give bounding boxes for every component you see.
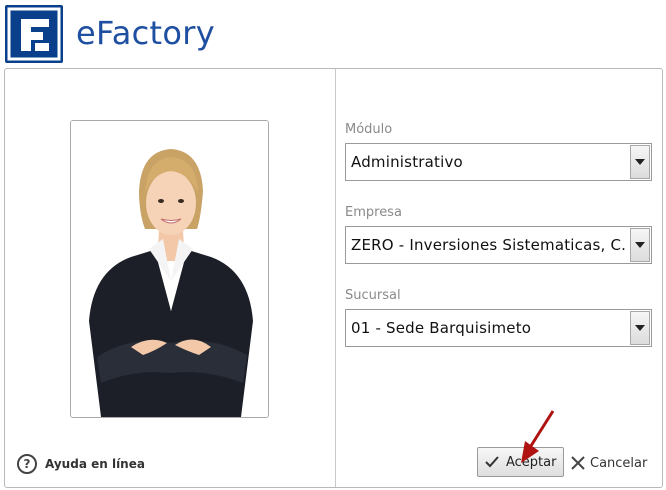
cancel-button[interactable]: Cancelar	[570, 450, 647, 476]
modulo-value: Administrativo	[351, 153, 463, 171]
sucursal-select[interactable]: 01 - Sede Barquisimeto	[345, 309, 652, 347]
chevron-down-icon[interactable]	[630, 311, 650, 345]
close-icon	[571, 456, 585, 470]
login-panel: ? Ayuda en línea Módulo Administrativo E…	[4, 68, 663, 488]
efactory-logo	[5, 5, 63, 63]
sucursal-value: 01 - Sede Barquisimeto	[351, 319, 532, 337]
empresa-select[interactable]: ZERO - Inversiones Sistematicas, C.A.	[345, 226, 652, 264]
cancel-label: Cancelar	[590, 455, 648, 471]
panel-divider	[335, 69, 336, 487]
help-link[interactable]: ? Ayuda en línea	[17, 452, 145, 476]
help-label: Ayuda en línea	[45, 457, 145, 471]
chevron-down-icon[interactable]	[630, 228, 650, 262]
checkmark-icon	[485, 456, 499, 468]
user-photo	[70, 120, 269, 418]
pointer-arrow-icon	[521, 410, 555, 463]
modulo-select[interactable]: Administrativo	[345, 143, 652, 181]
empresa-label: Empresa	[345, 205, 402, 220]
chevron-down-icon[interactable]	[630, 145, 650, 179]
question-circle-icon: ?	[17, 454, 37, 474]
sucursal-label: Sucursal	[345, 288, 401, 303]
modulo-label: Módulo	[345, 122, 393, 137]
app-title: eFactory	[76, 14, 215, 52]
header: eFactory	[0, 0, 666, 68]
empresa-value: ZERO - Inversiones Sistematicas, C.A.	[351, 236, 625, 254]
